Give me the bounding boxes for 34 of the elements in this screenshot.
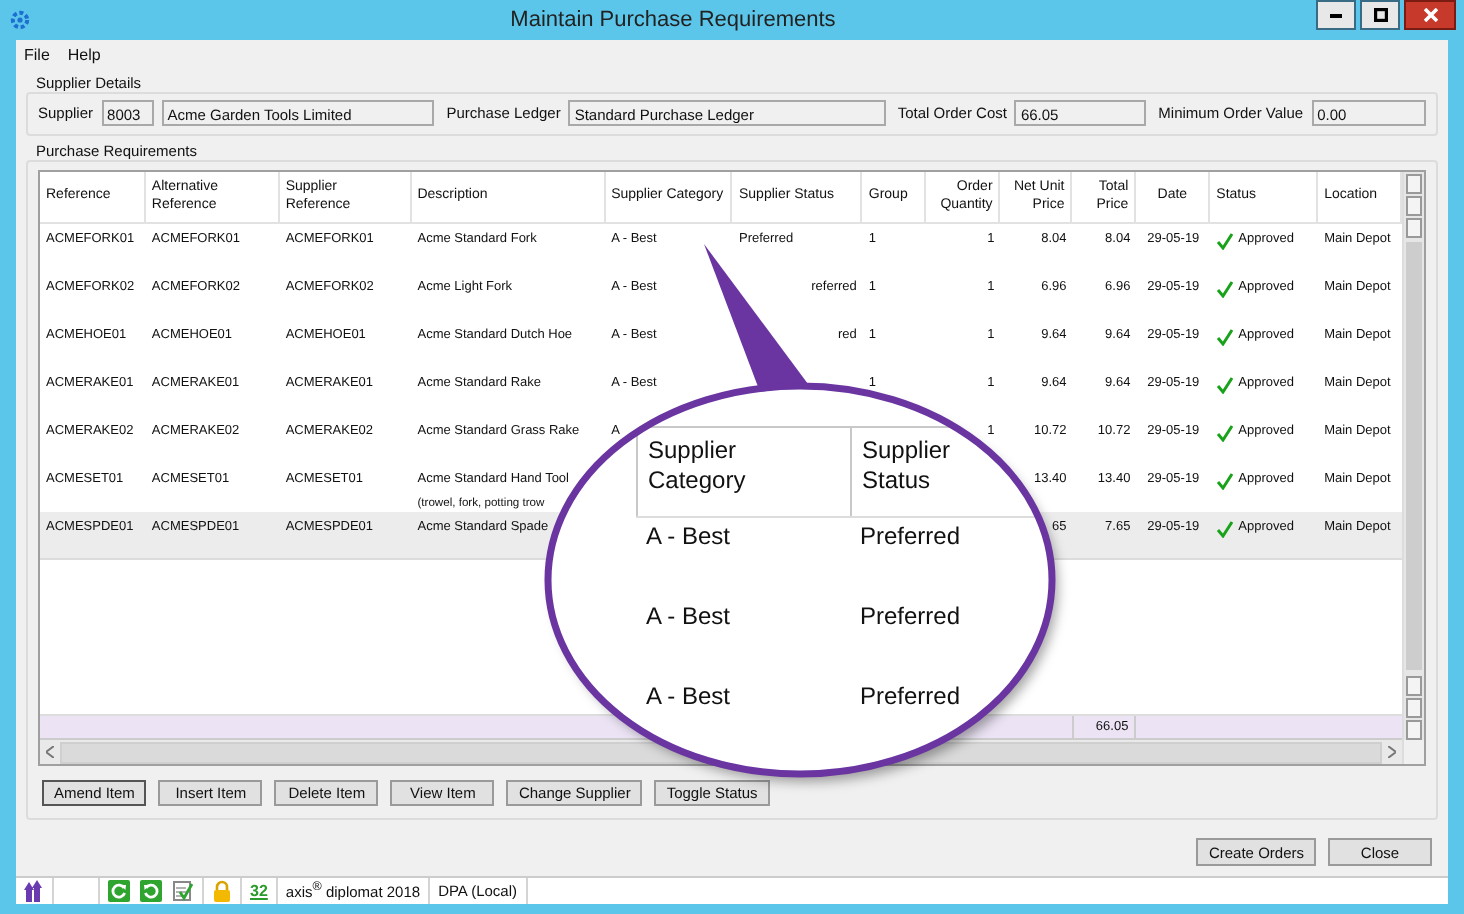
- column-header: Supplier Status: [862, 436, 953, 496]
- refresh-icon[interactable]: [140, 880, 162, 902]
- refresh-icon[interactable]: [108, 880, 130, 902]
- minimize-button[interactable]: [1316, 0, 1356, 30]
- check-icon: [1216, 423, 1235, 441]
- arrows-icon: [24, 880, 44, 902]
- table-cell: Preferred: [860, 602, 961, 630]
- checklist-icon[interactable]: [172, 880, 194, 902]
- table-cell: A - Best: [646, 522, 731, 550]
- close-button[interactable]: [1404, 0, 1456, 30]
- menu-item[interactable]: File: [24, 45, 50, 63]
- table-cell: Preferred: [860, 522, 961, 550]
- column-header: Supplier Category: [648, 436, 748, 496]
- window-title: Maintain Purchase Requirements: [508, 8, 838, 32]
- close-icon: [1423, 8, 1437, 22]
- table-cell: A - Best: [646, 602, 731, 630]
- table-cell: A - Best: [646, 682, 731, 710]
- check-icon: [1216, 279, 1235, 297]
- minimize-icon: [1330, 13, 1342, 17]
- check-icon: [1216, 231, 1235, 249]
- check-icon: [1216, 519, 1235, 537]
- maximize-button[interactable]: [1360, 0, 1400, 30]
- scroll-left-icon[interactable]: [46, 746, 54, 758]
- check-icon: [1216, 327, 1235, 345]
- check-icon: [1216, 471, 1235, 489]
- maximize-icon: [1373, 8, 1387, 22]
- menu-item[interactable]: Help: [67, 45, 101, 63]
- gear-icon: [10, 10, 30, 30]
- vertical-scrollbar[interactable]: [1402, 172, 1424, 764]
- scroll-right-icon[interactable]: [1388, 746, 1396, 758]
- lock-icon[interactable]: [212, 880, 232, 902]
- check-icon: [1216, 375, 1235, 393]
- count-text[interactable]: 32: [250, 882, 268, 900]
- table-cell: Preferred: [860, 682, 961, 710]
